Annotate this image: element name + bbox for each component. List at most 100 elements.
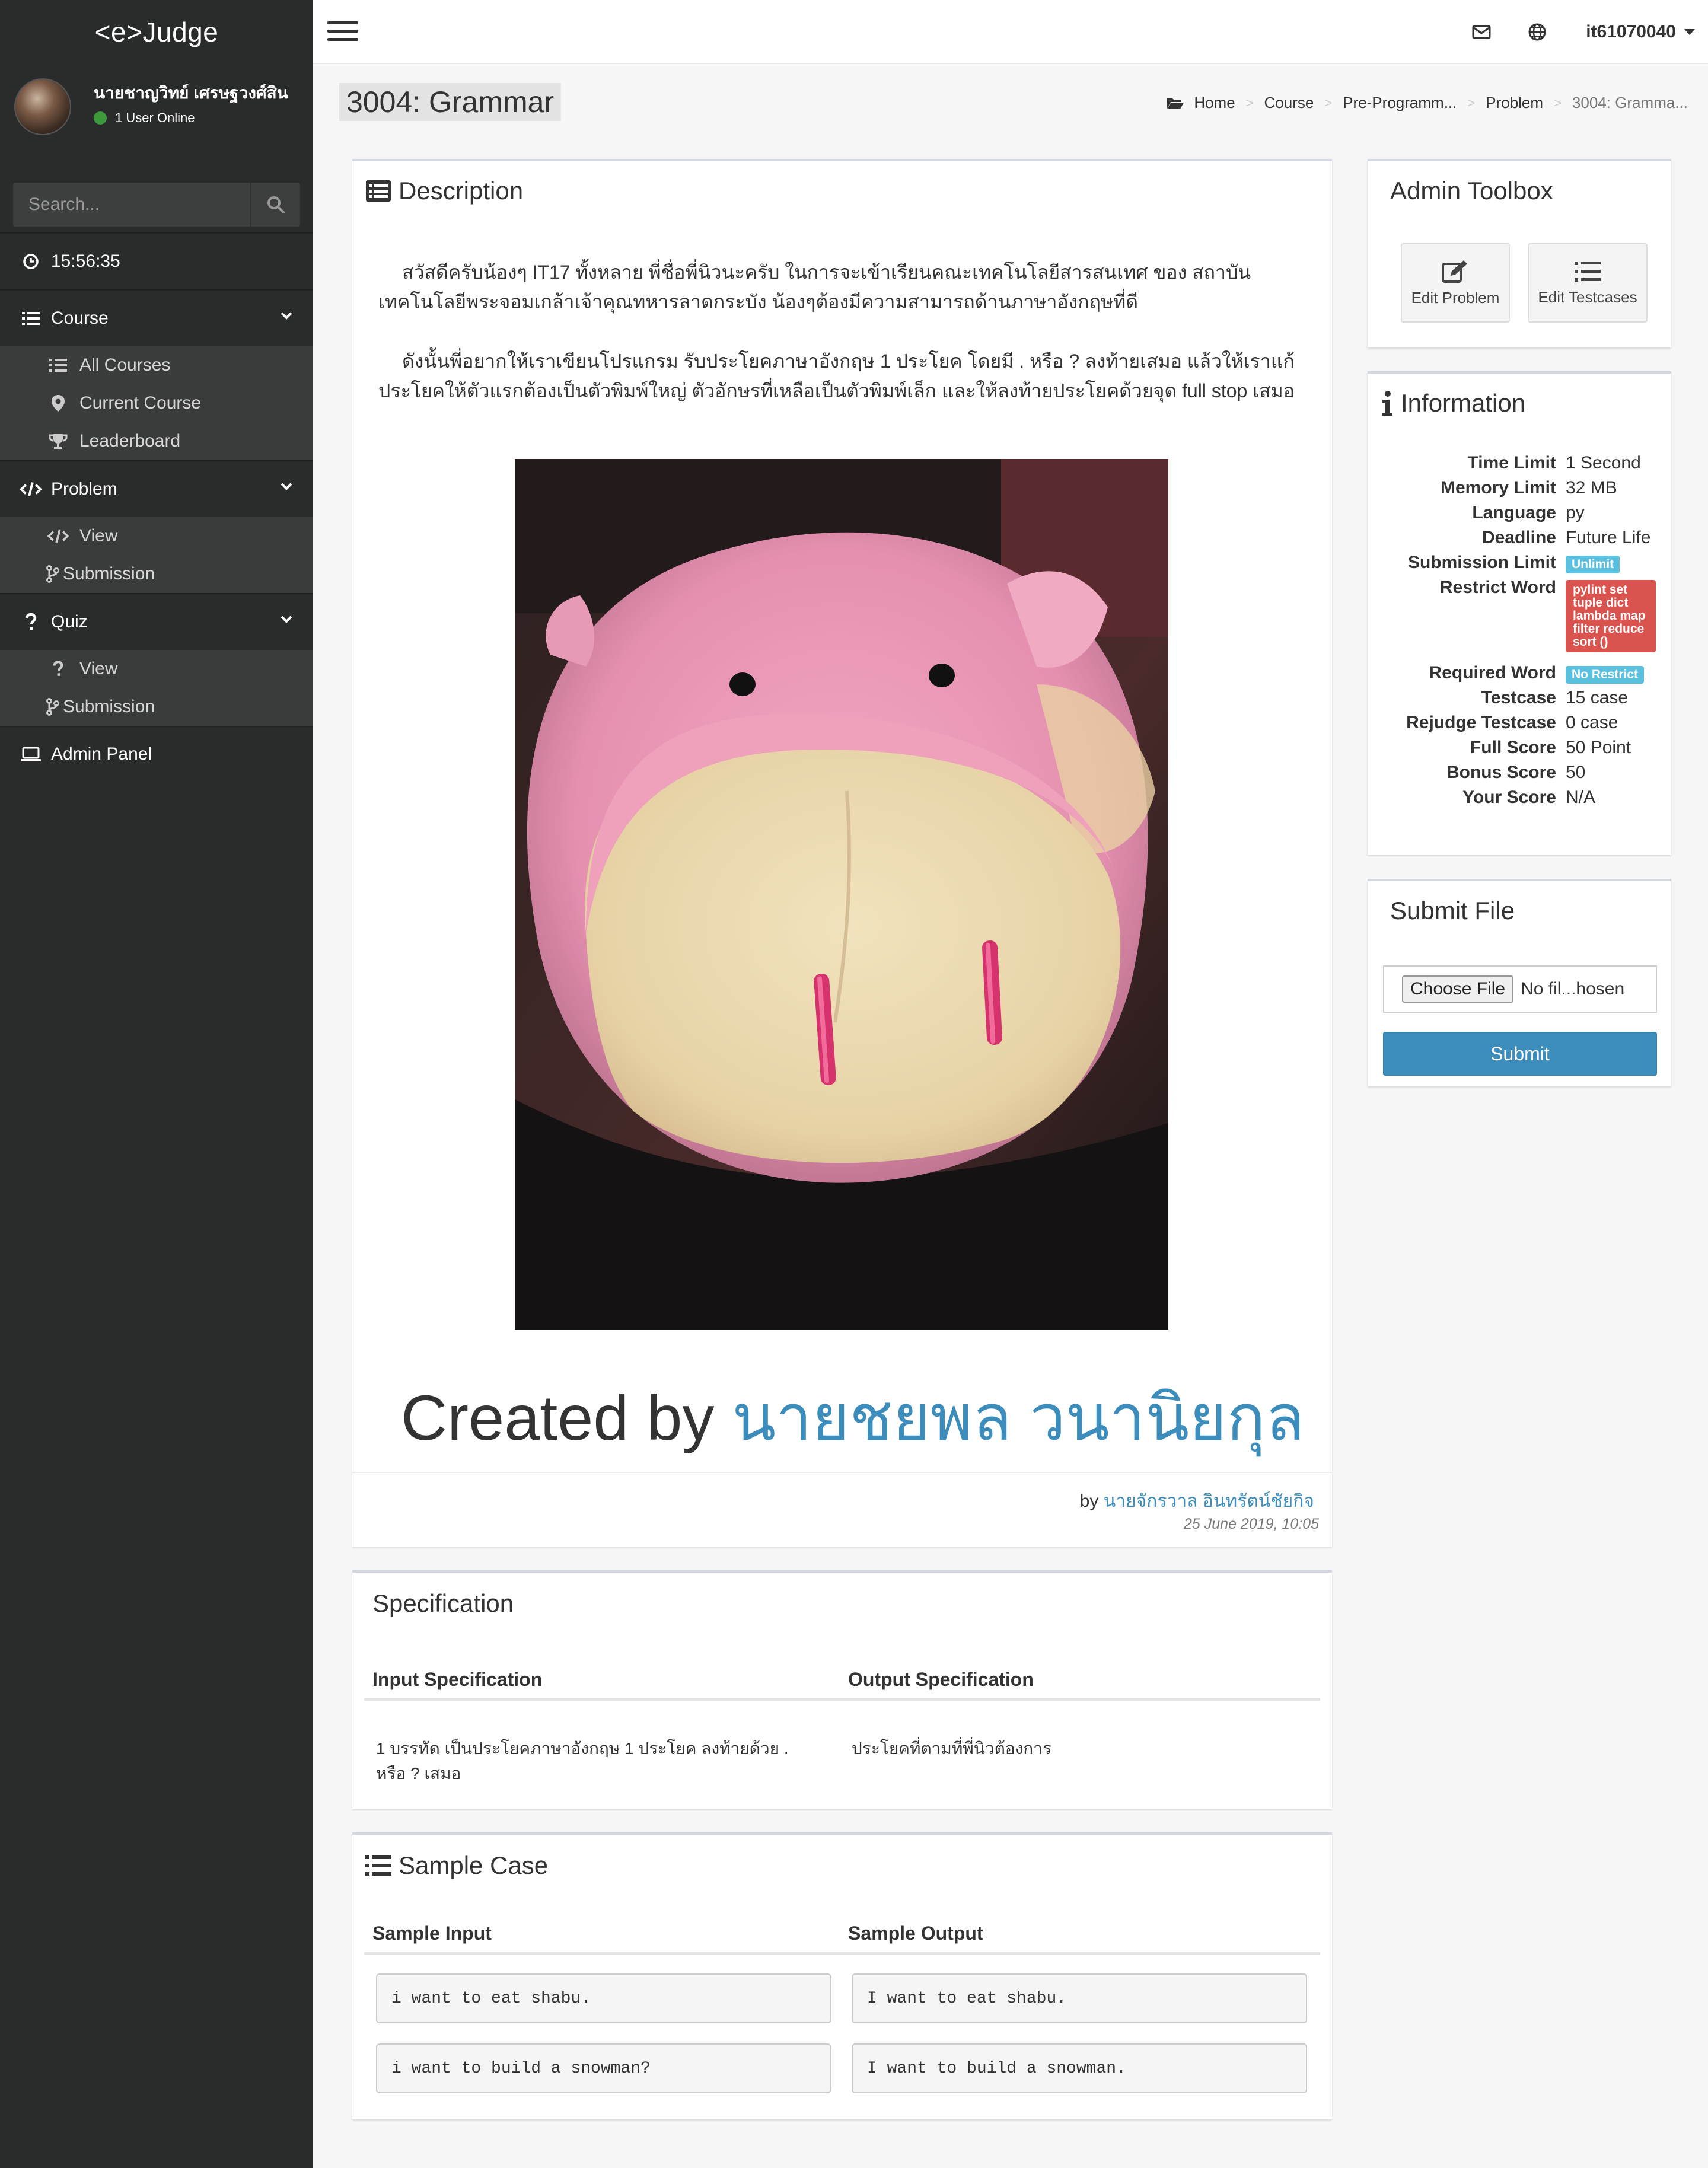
- output-spec: ประโยคที่ตามที่พี่นิวต้องการ: [852, 1739, 1052, 1758]
- sample-input-header: Sample Input: [372, 1922, 492, 1944]
- search-button[interactable]: [250, 183, 300, 227]
- search-icon: [267, 196, 285, 213]
- sub-item-label: Current Course: [79, 393, 202, 413]
- breadcrumb-home[interactable]: Home: [1194, 94, 1235, 112]
- course-submenu: All Courses Current Course Leaderboard: [0, 346, 313, 460]
- breadcrumb-pre-programming[interactable]: Pre-Programm...: [1343, 94, 1457, 112]
- sidebar-item-label: Admin Panel: [51, 744, 152, 764]
- restrict-word-badge: pylint set tuple dict lambda map filter …: [1566, 580, 1656, 652]
- question-icon: [53, 661, 63, 676]
- info-key: Testcase: [1481, 688, 1556, 707]
- no-restrict-badge: No Restrict: [1566, 666, 1645, 684]
- info-value: py: [1566, 503, 1585, 522]
- admin-toolbox-title: Admin Toolbox: [1390, 177, 1553, 205]
- sidebar-item-current-course[interactable]: Current Course: [0, 384, 313, 422]
- sidebar-search: [0, 146, 313, 232]
- info-row-language: Language py: [1368, 503, 1671, 528]
- info-key: Language: [1472, 503, 1556, 522]
- list-icon: [22, 312, 40, 325]
- file-name-text: No fil...hosen: [1521, 979, 1625, 999]
- info-row-testcase: Testcase 15 case: [1368, 688, 1671, 713]
- language-button[interactable]: [1528, 23, 1547, 42]
- info-row-deadline: Deadline Future Life: [1368, 528, 1671, 553]
- breadcrumb-current: 3004: Gramma...: [1572, 94, 1688, 111]
- info-value: 50 Point: [1566, 738, 1631, 757]
- description-box: Description สวัสดีครับน้องๆ IT17 ทั้งหลา…: [352, 159, 1332, 1547]
- unlimit-badge: Unlimit: [1566, 556, 1620, 573]
- info-key: Memory Limit: [1440, 478, 1556, 498]
- sidebar-item-quiz-view[interactable]: View: [0, 650, 313, 688]
- sample-input[interactable]: i want to build a snowman?: [376, 2043, 831, 2093]
- question-icon: [25, 613, 37, 630]
- created-by-label: Created by: [401, 1382, 715, 1453]
- menu-toggle-icon[interactable]: [327, 21, 358, 43]
- info-key: Bonus Score: [1446, 763, 1556, 782]
- info-row-your-score: Your Score N/A: [1368, 788, 1671, 812]
- sidebar-item-problem-view[interactable]: View: [0, 517, 313, 555]
- sidebar-item-admin-panel[interactable]: Admin Panel: [0, 726, 313, 782]
- code-icon: [20, 482, 42, 496]
- sample-output[interactable]: I want to eat shabu.: [852, 1973, 1307, 2023]
- sidebar-item-all-courses[interactable]: All Courses: [0, 346, 313, 384]
- info-key: Rejudge Testcase: [1406, 713, 1556, 732]
- user-panel: นายชาญวิทย์ เศรษฐวงศ์สิน 1 User Online: [0, 64, 313, 146]
- submit-button[interactable]: Submit: [1383, 1032, 1657, 1076]
- brand-logo[interactable]: <e>Judge: [0, 0, 313, 64]
- author-link[interactable]: นายจักรวาล อินทรัตน์ชัยกิจ: [1104, 1491, 1314, 1511]
- info-key: Required Word: [1429, 663, 1556, 683]
- quiz-submenu: View Submission: [0, 650, 313, 726]
- info-key: Deadline: [1481, 528, 1556, 547]
- sample-case-box: Sample Case Sample Input Sample Output i…: [352, 1832, 1332, 2119]
- avatar: [14, 78, 71, 135]
- info-row-restrict-word: Restrict Word pylint set tuple dict lamb…: [1368, 578, 1671, 652]
- post-date: 25 June 2019, 10:05: [1184, 1516, 1319, 1532]
- sidebar-item-leaderboard[interactable]: Leaderboard: [0, 422, 313, 460]
- sidebar-item-course[interactable]: Course: [0, 289, 313, 346]
- user-menu[interactable]: it61070040: [1586, 22, 1695, 42]
- specification-title: Specification: [372, 1589, 514, 1617]
- specification-table-header: Input Specification Output Specification: [364, 1663, 1320, 1701]
- caret-down-icon: [1684, 29, 1695, 35]
- sidebar-item-quiz-submission[interactable]: Submission: [0, 688, 313, 726]
- sample-output[interactable]: I want to build a snowman.: [852, 2043, 1307, 2093]
- chevron-down-icon: [281, 312, 292, 320]
- specification-box: Specification Input Specification Output…: [352, 1570, 1332, 1809]
- sidebar-item-quiz[interactable]: Quiz: [0, 593, 313, 650]
- topbar-username: it61070040: [1586, 22, 1676, 42]
- info-key: Full Score: [1470, 738, 1556, 757]
- edit-testcases-label: Edit Testcases: [1538, 288, 1637, 306]
- by-label: by: [1079, 1491, 1099, 1511]
- description-footer: by นายจักรวาล อินทรัตน์ชัยกิจ 25 June 20…: [352, 1472, 1332, 1547]
- sidebar-item-problem-submission[interactable]: Submission: [0, 555, 313, 593]
- edit-testcases-button[interactable]: Edit Testcases: [1528, 243, 1648, 323]
- clock-icon: [23, 254, 39, 269]
- info-value: 32 MB: [1566, 478, 1617, 498]
- folder-open-icon: [1167, 98, 1184, 109]
- information-title: Information: [1401, 389, 1526, 417]
- map-marker-icon: [52, 395, 65, 412]
- edit-problem-label: Edit Problem: [1411, 288, 1500, 307]
- sample-input[interactable]: i want to eat shabu.: [376, 1973, 831, 2023]
- page-title: 3004: Grammar: [339, 83, 562, 121]
- description-text: สวัสดีครับน้องๆ IT17 ทั้งหลาย พี่ชื่อพี่…: [378, 257, 1315, 435]
- breadcrumb-problem[interactable]: Problem: [1486, 94, 1543, 112]
- trophy-icon: [49, 434, 68, 449]
- info-row-rejudge-testcase: Rejudge Testcase 0 case: [1368, 713, 1671, 738]
- sub-item-label: Leaderboard: [79, 431, 181, 451]
- breadcrumb-course[interactable]: Course: [1264, 94, 1314, 112]
- edit-problem-button[interactable]: Edit Problem: [1401, 243, 1510, 323]
- sub-item-label: Submission: [63, 564, 155, 584]
- info-key: Restrict Word: [1439, 578, 1556, 597]
- search-input[interactable]: [13, 183, 250, 227]
- info-row-time-limit: Time Limit 1 Second: [1368, 453, 1671, 478]
- sub-item-label: View: [79, 659, 118, 678]
- info-key: Your Score: [1462, 788, 1556, 807]
- choose-file-button[interactable]: Choose File: [1402, 975, 1514, 1003]
- sidebar-item-label: Problem: [51, 479, 117, 499]
- code-branch-icon: [46, 565, 59, 583]
- information-box: Information Time Limit 1 Second Memory L…: [1368, 371, 1671, 855]
- sidebar-item-problem[interactable]: Problem: [0, 460, 313, 517]
- messages-button[interactable]: [1472, 25, 1491, 39]
- sub-item-label: All Courses: [79, 355, 171, 375]
- file-input[interactable]: Choose File No fil...hosen: [1383, 965, 1657, 1013]
